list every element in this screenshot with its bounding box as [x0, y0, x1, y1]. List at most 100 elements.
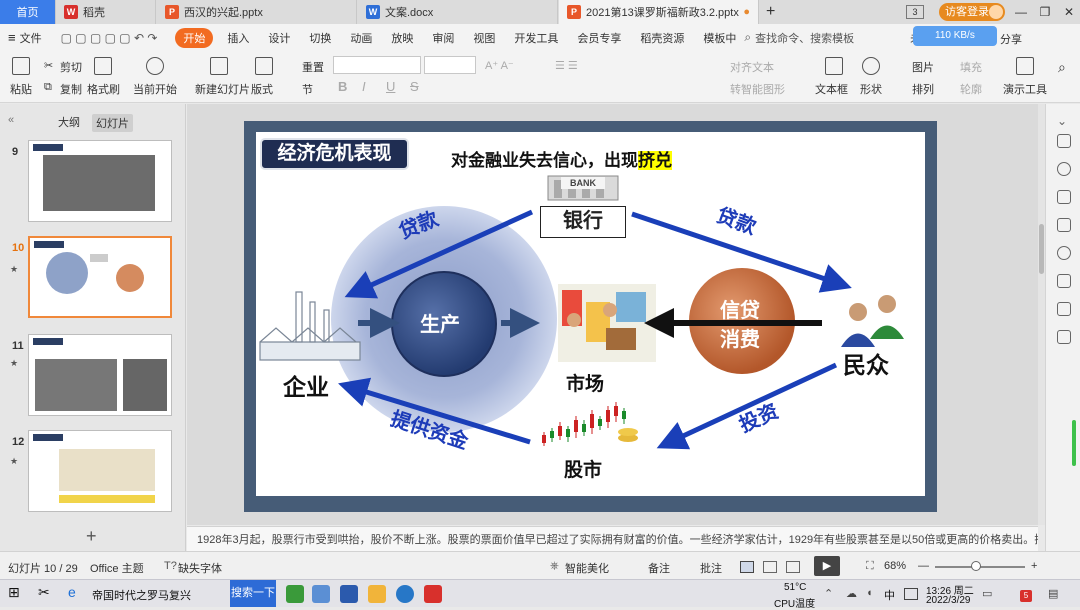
scissors-app-icon[interactable]: ✂: [38, 584, 50, 601]
notes-button[interactable]: 备注: [648, 560, 670, 576]
section-button[interactable]: 节: [302, 81, 313, 97]
present-tools-icon[interactable]: [1016, 57, 1034, 75]
zoom-level[interactable]: 68%: [884, 560, 906, 572]
restore-button[interactable]: ❐: [1032, 2, 1058, 22]
close-button[interactable]: ✕: [1056, 2, 1080, 22]
tab-file-1[interactable]: P 西汉的兴起.pptx: [157, 0, 357, 24]
fill-button[interactable]: 填充: [960, 59, 982, 75]
speaker-notes[interactable]: 1928年3月起，股票行市受到哄抬，股价不断上涨。股票的票面价值早已超过了实际拥…: [187, 526, 1038, 551]
slide-canvas[interactable]: 经济危机表现 对金融业失去信心，出现挤兑 BANK 银行 贷款 贷款 生产 企业…: [256, 132, 925, 496]
hamburger-icon[interactable]: ≡: [8, 30, 16, 45]
zoom-slider-thumb[interactable]: [971, 561, 981, 571]
align-text-button[interactable]: 对齐文本: [730, 59, 774, 75]
clock-date[interactable]: 2022/3/29: [926, 595, 971, 606]
notification-tray-icon[interactable]: ▭: [982, 587, 992, 600]
font-size-select[interactable]: [424, 56, 476, 74]
properties-icon[interactable]: [1057, 134, 1071, 148]
shape-icon[interactable]: [862, 57, 880, 75]
list-icon[interactable]: ☰ ☰: [555, 59, 578, 72]
browser-icon[interactable]: e: [68, 584, 76, 600]
menu-animation[interactable]: 动画: [350, 30, 372, 46]
play-icon[interactable]: [146, 57, 164, 75]
folder-app-icon[interactable]: [368, 585, 386, 603]
vertical-scrollbar[interactable]: [1038, 104, 1045, 525]
format-painter-icon[interactable]: [94, 57, 112, 75]
slide-thumbnail-11[interactable]: [28, 334, 172, 416]
from-current-button[interactable]: 当前开始: [133, 81, 177, 97]
action-center-icon[interactable]: ▤: [1048, 587, 1058, 600]
underline-button[interactable]: U: [386, 79, 395, 94]
select-icon[interactable]: [1057, 190, 1071, 204]
beautify-button[interactable]: 智能美化: [565, 560, 609, 576]
reading-view-icon[interactable]: [786, 561, 800, 573]
tab-file-3[interactable]: P 2021第13课罗斯福新政3.2.pptx ●: [559, 0, 759, 24]
copy-button[interactable]: 复制: [60, 81, 82, 97]
format-painter-button[interactable]: 格式刷: [87, 81, 120, 97]
copy-icon[interactable]: [1057, 218, 1071, 232]
tab-wps[interactable]: W 稻壳: [56, 0, 156, 24]
start-menu-icon[interactable]: ⊞: [8, 584, 20, 601]
window-count-badge[interactable]: 3: [906, 5, 924, 19]
collapse-panel-icon[interactable]: «: [8, 114, 14, 126]
outline-tab[interactable]: 大纲: [58, 114, 80, 130]
unsaved-dot-icon[interactable]: ●: [743, 6, 750, 18]
menu-design[interactable]: 设计: [268, 30, 290, 46]
smart-graphic-button[interactable]: 转智能图形: [730, 81, 785, 97]
play-slideshow-button[interactable]: ▶: [814, 556, 840, 576]
visitor-login-button[interactable]: 访客登录: [939, 3, 1005, 21]
wps-app-icon[interactable]: [424, 585, 442, 603]
font-family-select[interactable]: [333, 56, 421, 74]
menu-review[interactable]: 审阅: [432, 30, 454, 46]
comments-button[interactable]: 批注: [700, 560, 722, 576]
fit-icon[interactable]: ⛶: [866, 560, 874, 573]
app-icon-green[interactable]: [286, 585, 304, 603]
ime-indicator[interactable]: 中: [884, 587, 895, 603]
tab-home[interactable]: 首页: [0, 0, 56, 24]
bold-button[interactable]: B: [338, 79, 347, 94]
layout-button[interactable]: 版式: [251, 81, 273, 97]
layout-icon[interactable]: [255, 57, 273, 75]
volume-icon[interactable]: ◖: [866, 587, 873, 599]
arrange-button[interactable]: 排列: [912, 81, 934, 97]
slide-thumbnail-10[interactable]: [28, 236, 172, 318]
paste-icon[interactable]: [12, 57, 30, 75]
minimize-button[interactable]: —: [1008, 2, 1034, 22]
menu-template[interactable]: 模板中: [703, 30, 736, 46]
net-speed-widget[interactable]: 110 KB/s: [913, 26, 997, 46]
animation-icon[interactable]: [1057, 162, 1071, 176]
command-search[interactable]: 查找命令、搜索模板: [755, 30, 854, 46]
word-app-icon[interactable]: [340, 585, 358, 603]
menu-resources[interactable]: 稻壳资源: [640, 30, 684, 46]
zoom-out-button[interactable]: —: [918, 560, 929, 572]
slides-tab[interactable]: 幻灯片: [92, 114, 133, 132]
reset-button[interactable]: 重置: [302, 59, 324, 75]
menu-view[interactable]: 视图: [473, 30, 495, 46]
notification-badge[interactable]: 5: [1020, 590, 1032, 602]
expand-icon[interactable]: ⌄: [1057, 114, 1071, 128]
menu-play[interactable]: 放映: [391, 30, 413, 46]
add-slide-button[interactable]: +: [86, 526, 97, 547]
picture-button[interactable]: 图片: [912, 59, 934, 75]
taskbar-task-1[interactable]: 帝国时代之罗马复兴: [92, 587, 191, 603]
new-tab-button[interactable]: +: [760, 0, 788, 24]
sorter-view-icon[interactable]: [763, 561, 777, 573]
quick-access-icons[interactable]: ▢ ▢ ▢ ▢ ▢ ↶ ↷: [61, 31, 158, 45]
layout-icon[interactable]: [1057, 274, 1071, 288]
tray-chevron-icon[interactable]: ⌃: [824, 587, 833, 600]
present-tools-button[interactable]: 演示工具: [1003, 81, 1047, 97]
menu-dev[interactable]: 开发工具: [514, 30, 558, 46]
textbox-button[interactable]: 文本框: [815, 81, 848, 97]
new-slide-button[interactable]: 新建幻灯片: [195, 81, 250, 97]
tab-file-2[interactable]: W 文案.docx: [358, 0, 558, 24]
paste-button[interactable]: 粘贴: [10, 81, 32, 97]
outline-button[interactable]: 轮廓: [960, 81, 982, 97]
new-slide-icon[interactable]: [210, 57, 228, 75]
menu-insert[interactable]: 插入: [227, 30, 249, 46]
menu-start[interactable]: 开始: [175, 27, 214, 48]
scrollbar-thumb[interactable]: [1039, 224, 1044, 274]
zoom-in-button[interactable]: +: [1031, 560, 1037, 572]
slide-thumbnail-12[interactable]: [28, 430, 172, 512]
shape-button[interactable]: 形状: [860, 81, 882, 97]
font-grow-icon[interactable]: A⁺ A⁻: [485, 59, 514, 72]
zoom-slider[interactable]: [935, 561, 1025, 571]
